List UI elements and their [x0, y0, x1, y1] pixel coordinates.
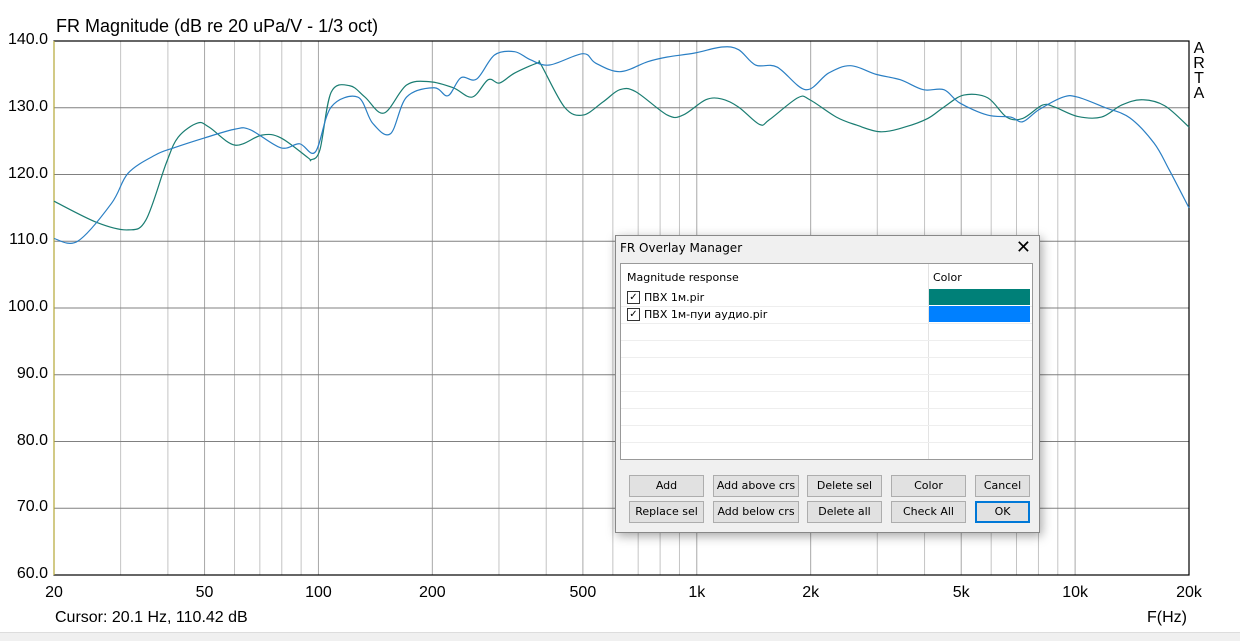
y-tick-label: 100.0: [7, 298, 48, 315]
y-tick-label: 70.0: [16, 498, 48, 516]
y-tick-label: 110.0: [9, 231, 48, 249]
empty-row: [621, 442, 1032, 459]
empty-row: [621, 357, 1032, 375]
series-line-2: [53, 46, 1190, 244]
empty-row: [621, 374, 1032, 392]
x-tick-label: 500: [569, 584, 597, 601]
replace-selected-button[interactable]: Replace sel: [629, 501, 704, 523]
y-tick-label: 130.0: [7, 97, 48, 115]
color-button[interactable]: Color: [891, 475, 966, 497]
close-icon[interactable]: ✕: [1016, 237, 1031, 258]
delete-all-button[interactable]: Delete all: [807, 501, 882, 523]
logo-letter: R: [1193, 55, 1205, 72]
x-tick-label: 200: [418, 584, 446, 601]
dialog-title: FR Overlay Manager: [620, 241, 743, 255]
checkbox[interactable]: ✓: [627, 291, 640, 304]
color-swatch[interactable]: [929, 289, 1030, 305]
list-item[interactable]: ✓ ПВХ 1м.pir: [621, 289, 1032, 307]
series-line-1: [53, 60, 1190, 231]
delete-selected-button[interactable]: Delete sel: [807, 475, 882, 497]
logo-letter: A: [1193, 85, 1205, 102]
x-tick-label: 20: [45, 584, 63, 601]
empty-row: [621, 408, 1032, 426]
checkbox[interactable]: ✓: [627, 308, 640, 321]
item-name: ПВХ 1м-пуи аудио.pir: [644, 308, 768, 321]
x-tick-label: 100: [305, 584, 332, 601]
empty-row: [621, 391, 1032, 409]
column-header-magnitude[interactable]: Magnitude response: [627, 271, 739, 284]
add-button[interactable]: Add: [629, 475, 704, 497]
logo-letter: T: [1194, 70, 1204, 87]
x-tick-label: 1k: [688, 584, 706, 601]
x-tick-label: 10k: [1062, 584, 1089, 601]
empty-row: [621, 323, 1032, 341]
logo-letter: A: [1193, 40, 1205, 57]
empty-row: [621, 425, 1032, 443]
ok-button[interactable]: OK: [975, 501, 1030, 523]
x-tick-label: 2k: [802, 584, 820, 601]
check-all-button[interactable]: Check All: [891, 501, 966, 523]
column-header-color[interactable]: Color: [933, 271, 962, 284]
x-tick-label: 20k: [1176, 584, 1202, 601]
add-below-cursor-button[interactable]: Add below crs: [713, 501, 799, 523]
y-tick-label: 80.0: [16, 431, 48, 449]
x-axis-label: F(Hz): [1147, 609, 1187, 626]
x-tick-label: 5k: [952, 584, 970, 601]
y-tick-label: 140.0: [7, 31, 48, 48]
color-swatch[interactable]: [929, 306, 1030, 322]
list-item[interactable]: ✓ ПВХ 1м-пуи аудио.pir: [621, 306, 1032, 324]
item-name: ПВХ 1м.pir: [644, 291, 705, 304]
overlay-list[interactable]: Magnitude response Color ✓ ПВХ 1м.pir ✓ …: [620, 263, 1033, 460]
add-above-cursor-button[interactable]: Add above crs: [713, 475, 799, 497]
arta-logo: A R T A: [1192, 40, 1206, 102]
y-tick-label: 90.0: [16, 364, 48, 382]
y-tick-label: 120.0: [7, 164, 48, 182]
overlay-manager-dialog: FR Overlay Manager ✕ Magnitude response …: [615, 235, 1040, 533]
cancel-button[interactable]: Cancel: [975, 475, 1030, 497]
cursor-readout: Cursor: 20.1 Hz, 110.42 dB: [55, 609, 248, 626]
empty-row: [621, 340, 1032, 358]
x-tick-label: 50: [195, 584, 214, 601]
y-tick-label: 60.0: [16, 565, 48, 582]
list-header: Magnitude response Color: [621, 264, 1032, 289]
